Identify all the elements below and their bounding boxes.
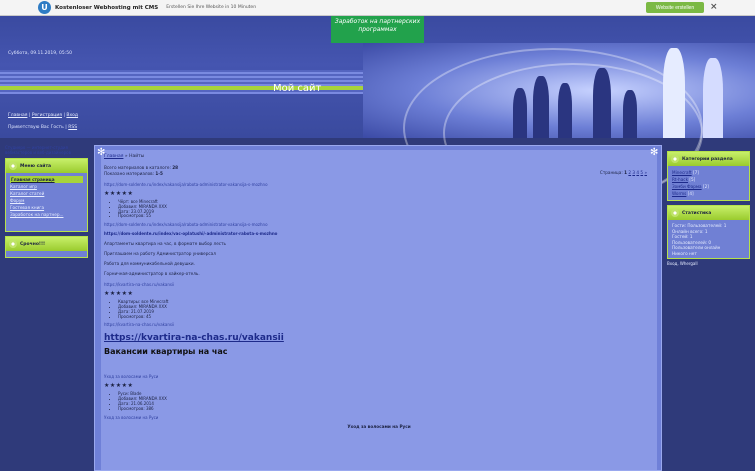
category-count: [4]	[687, 191, 694, 196]
broken-banner-image[interactable]: Студиеро — интернет-студия вебмастеров и…	[5, 145, 88, 155]
urgent-title-text: Срочно!!!	[20, 241, 46, 247]
categories-box: Категории раздела Minecraft [7] Rt-hack …	[667, 151, 750, 201]
create-website-button[interactable]: Website erstellen	[646, 2, 704, 13]
promo-title: Kostenloser Webhosting mit CMS	[55, 4, 159, 11]
entry-views: Просмотров: 55	[118, 214, 654, 219]
category-link[interactable]: Rt-hack	[672, 177, 688, 182]
entry-details: Квартиры: все Minecraft Добавил: MIRANDA…	[104, 299, 654, 320]
entry-views: Просмотров: 386	[118, 406, 654, 412]
rss-link[interactable]: RSS	[68, 125, 77, 130]
site-header: Заработок на партнерских программах Субб…	[0, 16, 755, 208]
entry-views: Просмотров: 45	[118, 314, 654, 320]
category-item[interactable]: Rt-hack [5]	[672, 176, 745, 183]
site-title[interactable]: Мой сайт	[273, 83, 321, 94]
right-sidebar: Категории раздела Minecraft [7] Rt-hack …	[667, 145, 750, 471]
page-2[interactable]: 2	[628, 170, 631, 175]
flower-corner-icon: ✻	[97, 147, 106, 158]
page-3[interactable]: 3	[632, 170, 635, 175]
partner-ad-badge[interactable]: Заработок на партнерских программах	[331, 16, 424, 43]
stats-box: Статистика Гости: Пользователей: 1 Онлай…	[667, 205, 750, 259]
menu-item-articles[interactable]: Каталог статей	[10, 190, 83, 197]
entry-text-line: Работа для коммуникабельной девушки.	[104, 261, 195, 267]
stats-title: Статистика	[668, 206, 749, 220]
header-dancers-image	[363, 43, 755, 208]
flower-corner-icon: ✻	[650, 147, 659, 158]
stats-title-text: Статистика	[682, 210, 712, 216]
site-menu-title-text: Меню сайта	[20, 163, 52, 169]
page-next[interactable]: »	[644, 170, 647, 175]
urgent-box: Срочно!!!	[5, 236, 88, 258]
entry-title-link[interactable]: https://kvartira-na-chas.ru/vakansii	[104, 282, 654, 287]
category-item[interactable]: Worms [4]	[672, 190, 745, 197]
left-sidebar: Студиеро — интернет-студия вебмастеров и…	[5, 145, 88, 471]
close-icon[interactable]: ×	[710, 2, 718, 12]
rating-stars[interactable]: ★★★★★	[104, 382, 654, 389]
greeting: Приветствую Вас Гость | RSS	[8, 125, 78, 130]
entry-details: Руси: Blade Добавил: MIRANDA XXX Дата: 2…	[104, 392, 654, 411]
category-item[interactable]: Minecraft [7]	[672, 169, 745, 176]
menu-item-forum[interactable]: Форум	[10, 197, 83, 204]
entry-text-line: Приглашаем на работу Администратор униве…	[104, 251, 216, 257]
site-menu-title: Меню сайта	[6, 159, 87, 173]
breadcrumb: Главная » Найты	[104, 154, 145, 159]
category-item[interactable]: Зомби Фарма [2]	[672, 183, 745, 190]
entry-title-link[interactable]: Уход за волосами на Руси	[104, 374, 654, 379]
category-link[interactable]: Зомби Фарма	[672, 184, 702, 189]
greeting-text: Приветствую Вас Гость	[8, 125, 64, 130]
entry-heading: Вакансии квартиры на час	[104, 347, 228, 357]
footer-login-link[interactable]: Вход, Whergall	[667, 261, 698, 266]
menu-item-partner[interactable]: Заработок на партнер...	[10, 211, 83, 218]
category-count: [2]	[702, 184, 709, 189]
page-1[interactable]: 1	[624, 170, 627, 175]
breadcrumb-current: Найты	[129, 154, 145, 159]
page-5[interactable]: 5	[640, 170, 643, 175]
shown-value: 1-5	[155, 170, 163, 176]
entry-link[interactable]: https://dom-soldente.ru/index/vac-oplatu…	[104, 231, 654, 236]
nav-home-link[interactable]: Главная	[8, 113, 27, 118]
total-value: 28	[172, 165, 179, 170]
menu-item-guestbook[interactable]: Гостевая книга	[10, 204, 83, 211]
header-nav: Главная | Регистрация | Вход	[8, 113, 79, 118]
flower-icon	[9, 162, 17, 170]
promo-bar: U Kostenloser Webhosting mit CMS Erstell…	[0, 0, 755, 16]
main-content: Главная » Найты Всего материалов в катал…	[94, 145, 662, 471]
category-link[interactable]: Minecraft	[672, 170, 692, 175]
rating-stars[interactable]: ★★★★★	[104, 190, 654, 197]
nav-register-link[interactable]: Регистрация	[32, 113, 62, 118]
menu-item-games[interactable]: Каталог игр	[10, 183, 83, 190]
categories-title-text: Категории раздела	[682, 156, 733, 162]
catalog-panel: Главная » Найты Всего материалов в катал…	[101, 150, 657, 470]
urgent-title: Срочно!!!	[6, 237, 87, 251]
catalog-counts: Всего материалов в каталоге: 28 Показано…	[104, 165, 654, 176]
flower-icon	[9, 240, 17, 248]
entry-details: Чёрт: все Minecraft Добавил: MIRANDA XXX…	[104, 199, 654, 219]
category-count: [7]	[692, 170, 699, 175]
stats-line: Никого нет	[672, 250, 697, 256]
flower-icon	[671, 209, 679, 217]
pages-label: Страница:	[599, 170, 623, 175]
ucoz-logo-icon[interactable]: U	[38, 1, 51, 14]
entry-heading: Уход за волосами на Руси	[347, 423, 411, 429]
shown-label: Показано материалов:	[104, 170, 155, 176]
promo-subtitle: Erstellen Sie Ihre Website in 10 Minuten	[166, 5, 257, 10]
total-label: Всего материалов в каталоге:	[104, 165, 171, 170]
pagination: Страница: 1 2 3 4 5 »	[600, 170, 647, 175]
header-date: Суббота, 09.11.2019, 05:50	[8, 51, 72, 56]
page-4[interactable]: 4	[636, 170, 639, 175]
entry-big-link[interactable]: https://kvartira-na-chas.ru/vakansii	[104, 333, 654, 343]
category-link[interactable]: Worms	[672, 191, 686, 196]
site-menu-box: Меню сайта Главная страница Каталог игр …	[5, 158, 88, 232]
menu-item-home[interactable]: Главная страница	[10, 176, 83, 183]
entry-title-link[interactable]: https://dom-soldente.ru/index/vakansija/…	[104, 182, 654, 187]
entry-image[interactable]: https://kvartira-na-chas.ru/vakansii	[104, 322, 654, 327]
entry-image[interactable]: https://dom-soldente.ru/index/vakansija/…	[104, 222, 654, 227]
nav-login-link[interactable]: Вход	[66, 113, 78, 118]
flower-icon	[671, 155, 679, 163]
categories-title: Категории раздела	[668, 152, 749, 166]
entry-image[interactable]: Уход за волосами на Руси	[104, 415, 654, 420]
entry-text-line: Апартаменты квартира на час, в формате в…	[104, 241, 226, 247]
category-count: [5]	[689, 177, 696, 182]
rating-stars[interactable]: ★★★★★	[104, 290, 654, 297]
entry-text-line: Горничная-администратор в хайкер-отель.	[104, 271, 200, 277]
